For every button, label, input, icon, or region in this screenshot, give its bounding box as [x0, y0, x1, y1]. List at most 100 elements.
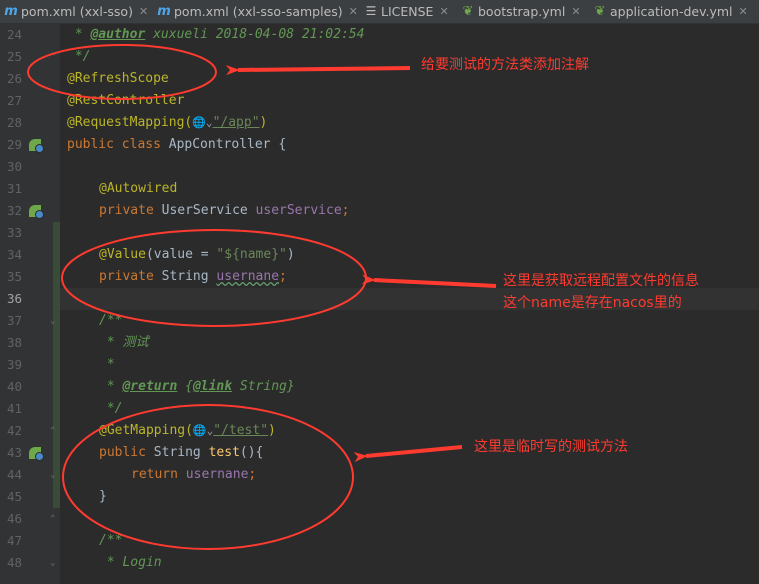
- annotation-get-mapping: @GetMapping(: [99, 423, 193, 438]
- code-line-37: /**: [99, 313, 123, 328]
- line-number: 43: [6, 445, 22, 460]
- line-number: 46: [6, 511, 22, 526]
- tab-license[interactable]: ☰ LICENSE ✕: [364, 0, 449, 23]
- line-number: 48: [6, 555, 22, 570]
- line-number-gutter[interactable]: 24 25 26 27 28 29 30 31 32 33 34 35 36 3…: [0, 24, 62, 584]
- code-line-34: @Value(value = "${name}"): [99, 244, 295, 266]
- globe-icon[interactable]: 🌐⌄: [192, 116, 212, 129]
- line-number: 38: [6, 335, 22, 350]
- line-number: 47: [6, 533, 22, 548]
- globe-icon[interactable]: 🌐⌄: [193, 424, 213, 437]
- doc-tag-author: @author: [90, 27, 146, 42]
- line-number: 28: [6, 115, 22, 130]
- fold-end-icon[interactable]: ⌃: [50, 52, 55, 62]
- keyword: private: [99, 203, 162, 218]
- code-line-47: /**: [99, 533, 123, 548]
- line-number: 39: [6, 357, 22, 372]
- field: usernane: [185, 467, 249, 482]
- keyword: return: [131, 467, 186, 482]
- line-number: 41: [6, 401, 22, 416]
- code-line-26: @RefreshScope: [67, 71, 169, 86]
- line-number: 31: [6, 181, 22, 196]
- code-line-24: * @author xuxueli 2018-04-08 21:02:54: [67, 24, 365, 46]
- line-number: 35: [6, 269, 22, 284]
- doc-tag-return: @return: [122, 379, 178, 394]
- line-number: 44: [6, 467, 22, 482]
- paren: ): [259, 115, 268, 130]
- fold-end-icon[interactable]: ⌃: [50, 514, 55, 524]
- code-line-27: @RestController: [67, 93, 185, 108]
- type: String: [153, 445, 209, 460]
- params: (){: [239, 445, 264, 460]
- doc-text: xuxueli 2018-04-08 21:02:54: [145, 27, 365, 42]
- code-line-41: */: [99, 401, 123, 416]
- tab-label: application-dev.yml: [610, 4, 733, 19]
- close-icon[interactable]: ✕: [739, 0, 748, 23]
- tab-label: LICENSE: [381, 4, 434, 19]
- doc-star: *: [67, 27, 91, 42]
- string-literal: "${name}": [216, 247, 287, 262]
- fold-start-icon[interactable]: ⌄: [50, 558, 55, 568]
- annotation-note-test-method: 这里是临时写的测试方法: [474, 439, 628, 455]
- doc-tag-link: @link: [192, 379, 233, 394]
- tab-bootstrap-yml[interactable]: ❦ bootstrap.yml ✕: [461, 0, 581, 23]
- code-line-45: }: [99, 489, 107, 504]
- fold-end-icon[interactable]: ⌃: [50, 426, 55, 436]
- close-icon[interactable]: ✕: [139, 0, 148, 23]
- type: UserService: [161, 203, 256, 218]
- keyword: private: [99, 269, 162, 284]
- string-literal[interactable]: "/app": [213, 115, 260, 130]
- line-number: 26: [6, 71, 22, 86]
- spring-autowired-icon[interactable]: [29, 205, 44, 219]
- close-icon[interactable]: ✕: [571, 0, 580, 23]
- annotation-request-mapping: @RequestMapping(: [67, 115, 193, 130]
- doc-star: *: [99, 379, 123, 394]
- line-number: 27: [6, 93, 22, 108]
- fold-start-icon[interactable]: ⌄: [50, 470, 55, 480]
- close-icon[interactable]: ✕: [439, 0, 448, 23]
- code-line-28: @RequestMapping(🌐⌄"/app"): [67, 112, 267, 134]
- maven-icon: m: [4, 4, 18, 19]
- line-number: 32: [6, 203, 22, 218]
- line-number: 29: [6, 137, 22, 152]
- annotation-note-remote-config: 这里是获取远程配置文件的信息: [503, 273, 699, 289]
- class-name: AppController {: [168, 137, 287, 152]
- param: (value =: [145, 247, 217, 262]
- editor-tab-bar: m pom.xml (xxl-sso) ✕ m pom.xml (xxl-sso…: [0, 0, 759, 24]
- semicolon: ;: [341, 203, 350, 218]
- spring-bean-icon[interactable]: [29, 139, 44, 153]
- code-line-42: @GetMapping(🌐⌄"/test"): [99, 420, 276, 442]
- line-number: 40: [6, 379, 22, 394]
- fold-start-icon[interactable]: ⌄: [50, 316, 55, 326]
- code-line-31: @Autowired: [99, 181, 178, 196]
- code-line-38: * 测试: [99, 335, 149, 350]
- method-name: test: [208, 445, 240, 460]
- keyword: public: [99, 445, 154, 460]
- code-line-44: return usernane;: [131, 464, 256, 486]
- semicolon: ;: [279, 269, 287, 284]
- annotation-note-add-annotation: 给要测试的方法类添加注解: [421, 57, 589, 73]
- doc-text: {: [177, 379, 193, 394]
- line-number: 25: [6, 49, 22, 64]
- maven-icon: m: [157, 4, 171, 19]
- tab-label: bootstrap.yml: [478, 4, 566, 19]
- spring-request-mapping-icon[interactable]: [29, 447, 44, 461]
- tab-application-dev-yml[interactable]: ❦ application-dev.yml ✕: [593, 0, 748, 23]
- doc-text: String}: [232, 379, 295, 394]
- tab-pom-xxl-sso[interactable]: m pom.xml (xxl-sso) ✕: [4, 0, 148, 23]
- code-line-29: public class AppController {: [67, 134, 286, 156]
- close-icon[interactable]: ✕: [349, 0, 358, 23]
- paren: ): [286, 247, 295, 262]
- type: String: [161, 269, 217, 284]
- paren: ): [268, 423, 276, 438]
- code-line-32: private UserService userService;: [99, 200, 349, 222]
- field: userService: [255, 203, 342, 218]
- line-number: 45: [6, 489, 22, 504]
- line-number: 24: [6, 27, 22, 42]
- spring-leaf-icon: ❦: [462, 4, 474, 19]
- line-number: 33: [6, 225, 22, 240]
- annotation-value: @Value: [99, 247, 146, 262]
- string-literal[interactable]: "/test": [213, 423, 268, 438]
- line-number: 37: [6, 313, 22, 328]
- tab-pom-xxl-sso-samples[interactable]: m pom.xml (xxl-sso-samples) ✕: [157, 0, 358, 23]
